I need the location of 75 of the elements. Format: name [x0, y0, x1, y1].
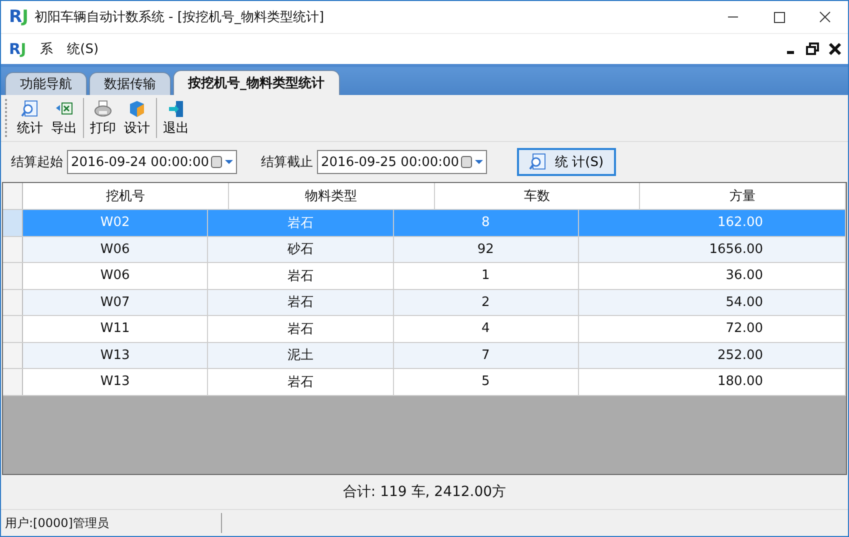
table-row[interactable]: W11 岩石 4 72.00	[3, 316, 846, 342]
table-row[interactable]: W06 砂石 92 1656.00	[3, 236, 846, 263]
date-field[interactable]: 2016-09-24 00:00:00	[67, 150, 237, 174]
table-cell: 泥土	[208, 342, 394, 368]
row-header[interactable]	[3, 210, 23, 236]
table-cell: 岩石	[208, 369, 394, 394]
toolbar-button[interactable]: 设计	[120, 98, 154, 138]
calendar-dropdown-icon	[210, 155, 236, 169]
table-cell: W13	[23, 369, 208, 394]
column-header[interactable]: 挖机号	[23, 183, 229, 209]
close-button[interactable]	[828, 42, 842, 56]
column-header[interactable]: 方量	[640, 183, 846, 209]
table-row[interactable]: W07 岩石 2 54.00	[3, 290, 846, 316]
status-text: 用户:[0000]管理员	[1, 513, 222, 533]
table-cell: 砂石	[208, 236, 394, 262]
row-header[interactable]	[3, 236, 23, 262]
row-header[interactable]	[3, 290, 23, 315]
tab[interactable]: 功能导航	[5, 72, 87, 95]
filter-label: 结算起始	[11, 154, 63, 171]
table-cell: 252.00	[578, 342, 846, 368]
menu-item[interactable]: 统(S)	[67, 40, 99, 58]
table-cell: 36.00	[578, 263, 846, 288]
table-row[interactable]: W13 岩石 5 180.00	[3, 369, 846, 396]
toolbar-button[interactable]: 退出	[159, 98, 193, 138]
table-cell: 7	[394, 342, 579, 368]
app-logo: RJ	[9, 7, 28, 27]
table-cell: 岩石	[208, 316, 394, 342]
row-header[interactable]	[3, 342, 23, 368]
toolbar-button[interactable]: 导出	[47, 98, 81, 138]
table-cell: 岩石	[208, 210, 394, 236]
stat-button[interactable]: 统 计(S)	[517, 148, 616, 176]
table-cell: 54.00	[578, 290, 846, 315]
row-header[interactable]	[3, 316, 23, 342]
table-cell: 5	[394, 369, 579, 394]
table-row[interactable]: W13 泥土 7 252.00	[3, 342, 846, 369]
summary-text: 合计: 119 车, 2412.00方	[342, 483, 506, 501]
exit-door-icon	[167, 100, 185, 118]
table-cell: 162.00	[578, 210, 846, 236]
table-cell: W06	[23, 263, 208, 288]
column-header[interactable]: 物料类型	[228, 183, 434, 209]
app-logo: RJ	[9, 40, 26, 58]
table-cell: 1656.00	[578, 236, 846, 262]
table-row[interactable]: W06 岩石 1 36.00	[3, 263, 846, 290]
row-header[interactable]	[3, 263, 23, 288]
table-cell: 8	[394, 210, 579, 236]
search-icon	[21, 100, 39, 118]
search-icon	[529, 153, 547, 171]
table-cell: W07	[23, 290, 208, 315]
printer-icon	[94, 100, 112, 118]
table-cell: W11	[23, 316, 208, 342]
column-header[interactable]: 车数	[434, 183, 640, 209]
table-cell: W13	[23, 342, 208, 368]
spreadsheet-icon	[55, 100, 73, 118]
table-cell: 岩石	[208, 290, 394, 315]
filter-label: 结算截止	[261, 154, 313, 171]
table-cell: 岩石	[208, 263, 394, 288]
cube-icon	[128, 100, 146, 118]
table-cell: W02	[23, 210, 208, 236]
window-title: 初阳车辆自动计数系统 - [按挖机号_物料类型统计]	[34, 9, 324, 26]
restore-button[interactable]	[806, 42, 820, 56]
row-header[interactable]	[3, 369, 23, 394]
table-cell: 180.00	[578, 369, 846, 394]
calendar-dropdown-icon	[460, 155, 486, 169]
tab[interactable]: 按挖机号_物料类型统计	[173, 70, 340, 95]
toolbar-button[interactable]: 打印	[86, 98, 120, 138]
table-cell: 72.00	[578, 316, 846, 342]
table-cell: 2	[394, 290, 579, 315]
menu-item[interactable]: 系	[40, 40, 54, 58]
tab[interactable]: 数据传输	[89, 72, 171, 95]
toolbar-button[interactable]: 统计	[13, 98, 47, 138]
table-cell: W06	[23, 236, 208, 262]
table-cell: 4	[394, 316, 579, 342]
table-cell: 92	[394, 236, 579, 262]
date-field[interactable]: 2016-09-25 00:00:00	[317, 150, 487, 174]
table-cell: 1	[394, 263, 579, 288]
